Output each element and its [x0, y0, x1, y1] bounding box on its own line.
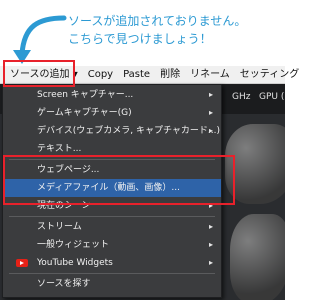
youtube-icon — [16, 259, 28, 267]
menu-separator — [9, 216, 215, 217]
preview-rock — [230, 214, 285, 300]
menu-item-label: Screen キャプチャー... — [37, 90, 134, 100]
annotation-box-add-source — [3, 60, 75, 87]
menu-item-game-capture[interactable]: ゲームキャプチャー(G) ▸ — [3, 104, 221, 122]
menu-item-label: 一般ウィジェット — [37, 240, 110, 250]
cpu-stat: GHz — [232, 92, 251, 102]
menu-item-label: ゲームキャプチャー(G) — [37, 108, 132, 118]
settings-button[interactable]: セッティング — [235, 66, 304, 83]
menu-item-screen-capture[interactable]: Screen キャプチャー... ▸ — [3, 86, 221, 104]
copy-button[interactable]: Copy — [83, 66, 118, 83]
menu-item-stream[interactable]: ストリーム ▸ — [3, 218, 221, 236]
onboarding-tip: ソースが追加されておりません。 こちらで見つけましょう！ — [0, 0, 285, 66]
menu-item-label: デバイス(ウェブカメラ, キャプチャカード...) — [37, 126, 220, 136]
chevron-right-icon: ▸ — [208, 222, 213, 231]
rename-button[interactable]: リネーム — [185, 66, 235, 83]
curved-arrow-icon — [13, 15, 67, 64]
tip-text: ソースが追加されておりません。 こちらで見つけましょう！ — [68, 14, 247, 46]
annotation-box-media-file — [3, 155, 235, 205]
chevron-right-icon: ▸ — [208, 126, 213, 135]
menu-item-general-widget[interactable]: 一般ウィジェット ▸ — [3, 236, 221, 254]
menu-item-label: ストリーム — [37, 222, 82, 232]
gpu-stat: GPU ( — [259, 92, 285, 102]
delete-button[interactable]: 削除 — [155, 66, 185, 83]
menu-item-device[interactable]: デバイス(ウェブカメラ, キャプチャカード...) ▸ — [3, 122, 221, 140]
chevron-right-icon: ▸ — [208, 108, 213, 117]
menu-separator — [9, 273, 215, 274]
paste-button[interactable]: Paste — [118, 66, 155, 83]
chevron-right-icon: ▸ — [208, 258, 213, 267]
chevron-right-icon: ▸ — [208, 240, 213, 249]
chevron-right-icon: ▸ — [208, 90, 213, 99]
menu-item-find-source[interactable]: ソースを探す — [3, 275, 221, 293]
menu-item-youtube-widgets[interactable]: YouTube Widgets ▸ — [3, 254, 221, 272]
menu-item-label: YouTube Widgets — [37, 258, 113, 268]
menu-item-label: ソースを探す — [37, 279, 91, 289]
